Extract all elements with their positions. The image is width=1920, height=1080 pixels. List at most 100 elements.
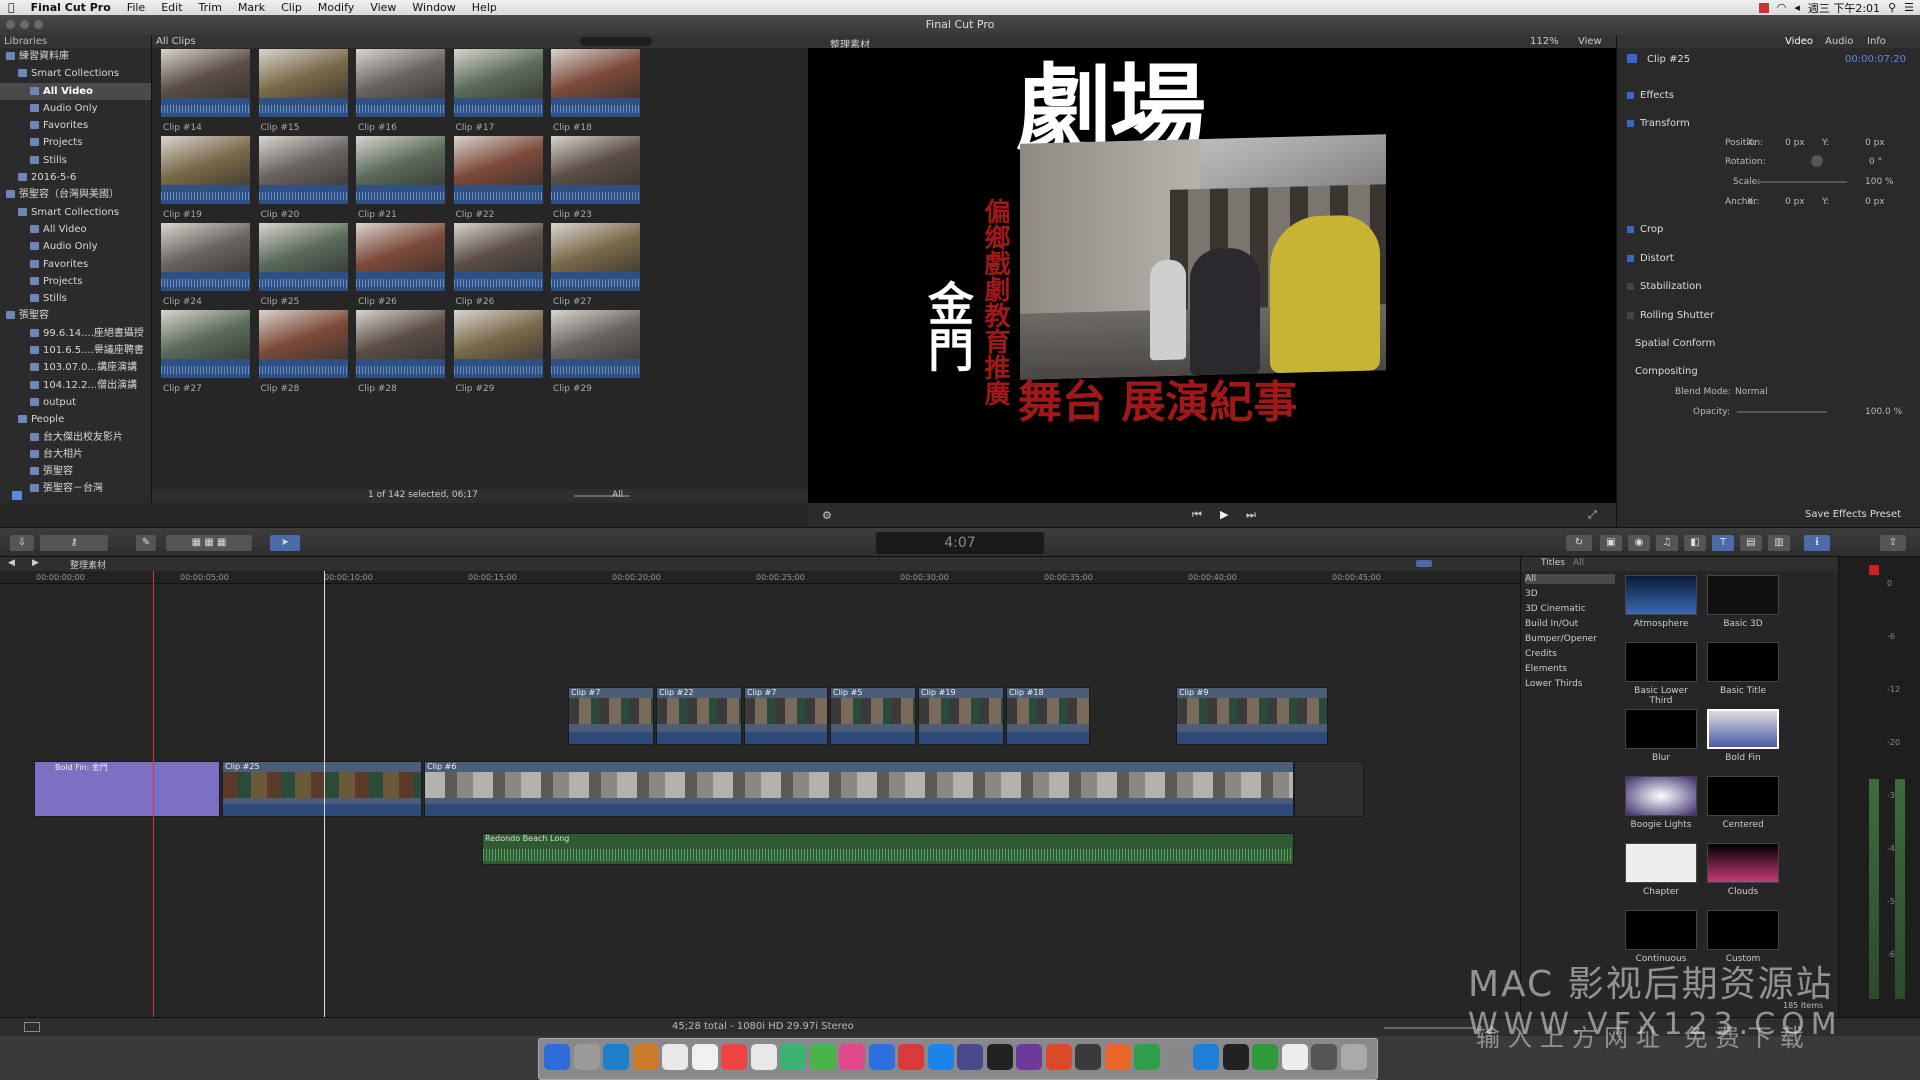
- filmstrip-view-icon[interactable]: [12, 491, 22, 500]
- library-row[interactable]: 99.6.14....座絕書攝授: [0, 325, 151, 342]
- enhance-icon[interactable]: ✎: [136, 535, 156, 551]
- calendar-icon[interactable]: [662, 1044, 688, 1070]
- library-row[interactable]: 張聖容（台灣與美國）: [0, 186, 151, 203]
- safari-icon[interactable]: [603, 1044, 629, 1070]
- timeline-forward-icon[interactable]: ▶: [32, 558, 39, 568]
- timeline-back-icon[interactable]: ◀: [8, 558, 15, 568]
- playhead[interactable]: [324, 571, 325, 1017]
- browser-clip[interactable]: Clip #29: [445, 296, 552, 402]
- position-x-value[interactable]: 0 px: [1785, 138, 1805, 148]
- finder-icon[interactable]: [544, 1044, 570, 1070]
- timeline-ruler[interactable]: 00:00:00;00 00:00:05;00 00:00:10;00 00:00:1…: [0, 571, 1520, 584]
- photos-icon[interactable]: ◉: [1628, 535, 1650, 551]
- connected-clip[interactable]: Clip #18: [1006, 687, 1090, 745]
- spotlight-icon[interactable]: ⚲: [1888, 1, 1896, 14]
- keyword-icon[interactable]: ⚷: [40, 535, 108, 551]
- title-template[interactable]: Basic 3D: [1707, 575, 1779, 631]
- menu-clip[interactable]: Clip: [273, 1, 310, 14]
- library-row[interactable]: All Video: [0, 221, 151, 238]
- show-filter[interactable]: All: [612, 490, 623, 500]
- section-stabilization[interactable]: Stabilization: [1627, 281, 1702, 292]
- reminders-icon[interactable]: [691, 1044, 718, 1070]
- connected-clip[interactable]: Clip #19: [918, 687, 1004, 745]
- titles-category[interactable]: Bumper/Opener: [1525, 634, 1597, 644]
- section-crop[interactable]: Crop: [1627, 224, 1663, 235]
- scale-slider[interactable]: [1757, 181, 1847, 183]
- menu-modify[interactable]: Modify: [310, 1, 362, 14]
- library-row[interactable]: Favorites: [0, 256, 151, 273]
- terminal-icon[interactable]: [1222, 1044, 1249, 1070]
- share-icon[interactable]: ⇪: [1880, 535, 1906, 551]
- browser-clip[interactable]: Clip #28: [347, 296, 454, 402]
- library-row[interactable]: 101.6.5....譽議座聘書: [0, 342, 151, 359]
- browser-clip[interactable]: Clip #27: [152, 296, 259, 402]
- viewer-options-icon[interactable]: ⚙: [822, 509, 832, 522]
- transitions-icon[interactable]: ◧: [1684, 535, 1706, 551]
- themes-icon[interactable]: ▥: [1768, 535, 1790, 551]
- library-row[interactable]: 張聖容: [0, 307, 151, 324]
- library-row[interactable]: Smart Collections: [0, 65, 151, 82]
- status-icon[interactable]: [1758, 2, 1769, 13]
- premiere-icon[interactable]: [1016, 1044, 1042, 1070]
- opacity-value[interactable]: 100.0 %: [1865, 407, 1902, 417]
- volume-icon[interactable]: ◂: [1794, 1, 1800, 14]
- xcode-icon[interactable]: [957, 1044, 983, 1070]
- titles-category[interactable]: 3D: [1525, 589, 1538, 599]
- compressor-icon[interactable]: [1045, 1044, 1072, 1070]
- contacts-icon[interactable]: [750, 1044, 777, 1070]
- library-row[interactable]: Stills: [0, 290, 151, 307]
- position-y-value[interactable]: 0 px: [1865, 138, 1885, 148]
- facetime-icon[interactable]: [809, 1044, 836, 1070]
- save-effects-preset-button[interactable]: Save Effects Preset: [1805, 509, 1901, 520]
- camtasia-icon[interactable]: [1252, 1044, 1278, 1070]
- library-row[interactable]: 104.12.2...僧出演講: [0, 377, 151, 394]
- preview-icon[interactable]: [927, 1044, 954, 1070]
- launchpad-icon[interactable]: [573, 1044, 600, 1070]
- anchor-x-value[interactable]: 0 px: [1785, 197, 1805, 207]
- final-cut-icon[interactable]: [1075, 1044, 1101, 1070]
- library-row[interactable]: All Video: [0, 82, 151, 100]
- library-row[interactable]: 張聖容－台灣: [0, 480, 151, 497]
- wifi-icon[interactable]: ◠: [1777, 1, 1787, 14]
- connected-clip[interactable]: Clip #22: [656, 687, 742, 745]
- transform-checkbox[interactable]: [1627, 119, 1634, 127]
- firefox-icon[interactable]: [1104, 1044, 1131, 1070]
- library-row[interactable]: Smart Collections: [0, 204, 151, 221]
- effects-checkbox[interactable]: [1627, 91, 1634, 99]
- select-tool-icon[interactable]: ➤: [270, 535, 300, 551]
- title-template[interactable]: Clouds: [1707, 843, 1779, 899]
- tab-video[interactable]: Video: [1785, 36, 1813, 47]
- title-template[interactable]: Centered: [1707, 776, 1779, 832]
- documents-icon[interactable]: [1281, 1044, 1308, 1070]
- title-clip[interactable]: Bold Fin: 金門: [34, 761, 220, 817]
- generators-icon[interactable]: ▤: [1740, 535, 1762, 551]
- titles-category[interactable]: Build In/Out: [1525, 619, 1578, 629]
- title-template[interactable]: Basic Title: [1707, 642, 1779, 698]
- trash-icon[interactable]: [1340, 1044, 1367, 1070]
- titles-category[interactable]: Lower Thirds: [1525, 679, 1582, 689]
- downloads-icon[interactable]: [1311, 1044, 1337, 1070]
- system-preferences-icon[interactable]: [1163, 1044, 1190, 1070]
- rotation-dial[interactable]: [1811, 155, 1823, 167]
- titles-category[interactable]: All: [1525, 574, 1615, 584]
- menu-edit[interactable]: Edit: [153, 1, 190, 14]
- photos-icon[interactable]: [721, 1044, 747, 1070]
- connected-clip[interactable]: Clip #7: [568, 687, 654, 745]
- title-template[interactable]: Bold Fin: [1707, 709, 1779, 765]
- ibooks-icon[interactable]: [868, 1044, 895, 1070]
- import-icon[interactable]: ⇩: [10, 535, 34, 551]
- menu-app-name[interactable]: Final Cut Pro: [23, 1, 119, 14]
- tab-info[interactable]: Info: [1867, 36, 1886, 47]
- edit-buttons[interactable]: ▦ ▦ ▦: [166, 535, 252, 551]
- distort-checkbox[interactable]: [1627, 254, 1634, 262]
- section-rolling-shutter[interactable]: Rolling Shutter: [1627, 310, 1714, 321]
- connected-clip[interactable]: Clip #9: [1176, 687, 1328, 745]
- anchor-y-value[interactable]: 0 px: [1865, 197, 1885, 207]
- connected-clip[interactable]: Clip #5: [830, 687, 916, 745]
- title-template[interactable]: Basic Lower Third: [1625, 642, 1697, 706]
- next-frame-button[interactable]: ⏭: [1246, 508, 1256, 522]
- menu-trim[interactable]: Trim: [191, 1, 230, 14]
- title-template[interactable]: Chapter: [1625, 843, 1697, 899]
- library-row[interactable]: Favorites: [0, 117, 151, 134]
- library-row[interactable]: Audio Only: [0, 238, 151, 255]
